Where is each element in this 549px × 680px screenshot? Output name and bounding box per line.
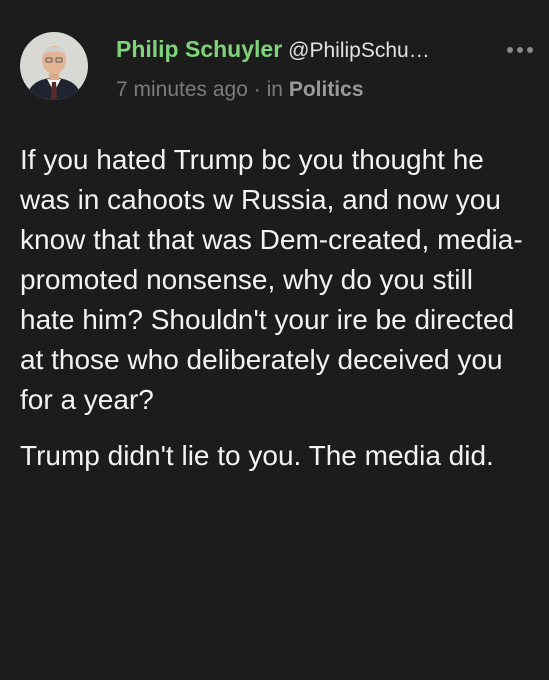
author-handle[interactable]: @PhilipSchu… (288, 39, 430, 62)
category-prefix: in (266, 78, 283, 101)
category-link[interactable]: Politics (289, 78, 364, 101)
timestamp: 7 minutes ago (116, 78, 248, 101)
post-paragraph: If you hated Trump bc you thought he was… (20, 144, 523, 415)
post-meta: 7 minutes ago · in Politics (116, 78, 539, 102)
post-header: Philip Schuyler @PhilipSchu… 7 minutes ag… (20, 30, 539, 110)
avatar[interactable] (20, 32, 88, 100)
post-card: Philip Schuyler @PhilipSchu… 7 minutes ag… (0, 0, 549, 680)
post-body: If you hated Trump bc you thought he was… (20, 140, 530, 492)
meta-separator: · (253, 78, 261, 101)
author-display-name[interactable]: Philip Schuyler (116, 36, 282, 62)
avatar-photo-icon (20, 32, 88, 100)
more-options-icon[interactable] (507, 44, 535, 58)
author-line: Philip Schuyler @PhilipSchu… (116, 36, 539, 70)
post-paragraph: Trump didn't lie to you. The media did. (20, 440, 494, 471)
